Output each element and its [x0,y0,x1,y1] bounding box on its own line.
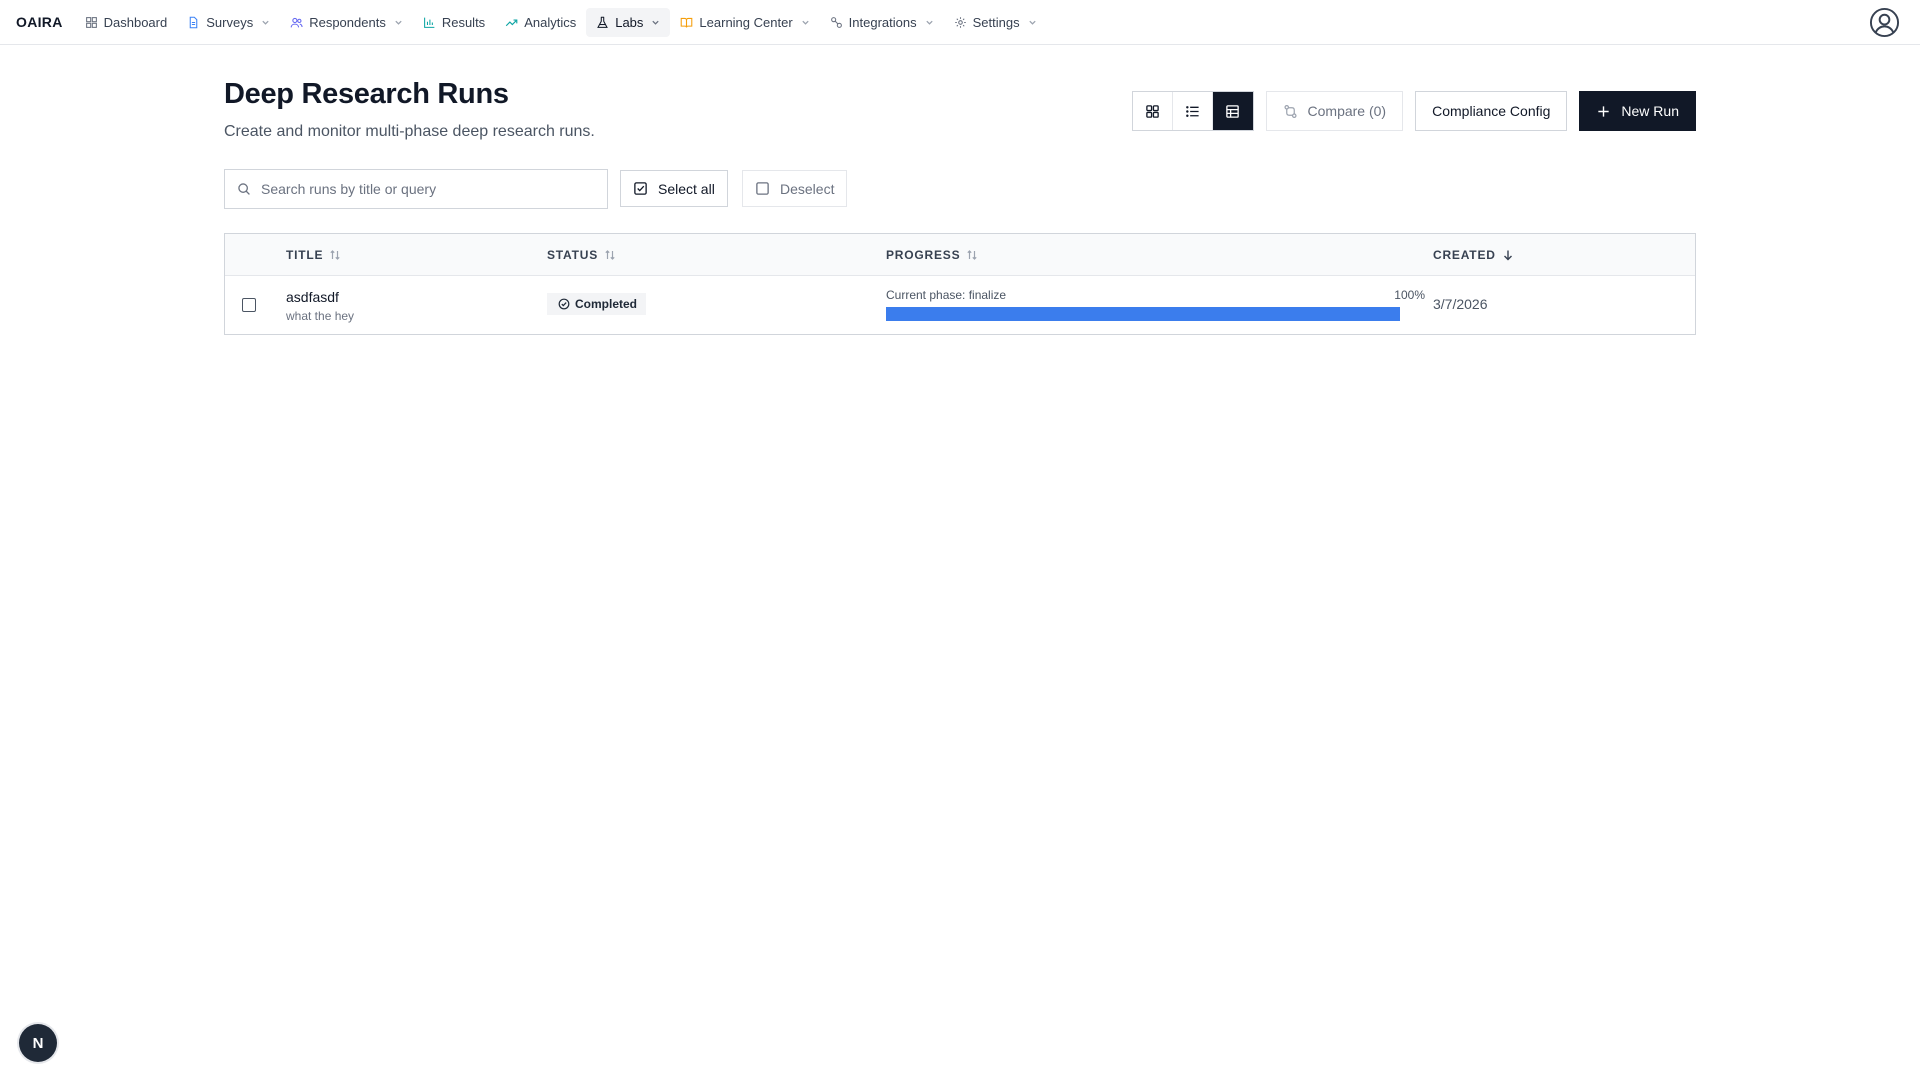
gear-icon [954,16,966,28]
check-circle-icon [558,298,570,310]
column-title-label: TITLE [286,248,324,262]
column-status[interactable]: STATUS [547,234,616,276]
checkbox-checked-icon [634,182,647,195]
nav-learning-center-label: Learning Center [699,14,793,30]
nav-surveys[interactable]: Surveys [177,8,280,37]
nav-labs-label: Labs [615,14,644,30]
select-all-button[interactable]: Select all [620,170,728,207]
chevron-down-icon [802,20,809,25]
compliance-config-button[interactable]: Compliance Config [1415,91,1568,131]
list-view-icon [1185,105,1199,117]
table-row[interactable]: asdfasdf what the hey Completed Current … [225,276,1695,334]
chevron-down-icon [1028,20,1036,25]
nav-settings-label: Settings [972,14,1020,30]
grid-view-icon [1145,104,1159,118]
compare-button[interactable]: Compare (0) [1265,91,1404,131]
link-icon [830,16,842,28]
column-status-label: STATUS [547,248,599,262]
nav-analytics-label: Analytics [524,14,577,30]
table-view-button[interactable] [1212,92,1253,130]
new-run-button[interactable]: New Run [1579,91,1696,131]
top-nav: OAIRA Dashboard Surveys Respondents Resu… [0,0,1920,45]
nav-respondents[interactable]: Respondents [280,8,413,37]
deselect-button[interactable]: Deselect [742,170,848,207]
dashboard-icon [85,16,97,28]
bar-chart-icon [423,17,435,28]
dev-tools-button[interactable]: N [19,1024,57,1062]
search-input[interactable] [261,181,581,197]
nav-results[interactable]: Results [413,8,495,37]
page-title: Deep Research Runs [224,78,509,110]
book-icon [681,17,693,27]
deselect-label: Deselect [780,180,835,197]
search-box [224,169,608,209]
column-progress[interactable]: PROGRESS [886,234,978,276]
nav-integrations-label: Integrations [848,14,917,30]
nav-dashboard-label: Dashboard [103,14,168,30]
list-view-button[interactable] [1172,92,1213,130]
column-created[interactable]: CREATED [1433,234,1514,276]
sort-icon [605,250,615,260]
table-header: TITLE STATUS PROGRESS CREATED [225,234,1695,276]
nav-labs[interactable]: Labs [586,7,671,37]
flask-icon [597,16,609,28]
nav-dashboard[interactable]: Dashboard [75,8,178,37]
compliance-config-label: Compliance Config [1432,103,1551,119]
new-run-label: New Run [1621,103,1679,119]
chevron-down-icon [925,20,933,25]
nav-analytics[interactable]: Analytics [495,8,586,37]
trend-up-icon [506,18,518,26]
grid-view-button[interactable] [1132,92,1173,130]
run-query: what the hey [286,309,355,323]
nav-surveys-label: Surveys [206,14,254,30]
page-subtitle: Create and monitor multi-phase deep rese… [224,123,595,140]
column-title[interactable]: TITLE [286,234,341,276]
chevron-down-icon [262,20,269,25]
arrow-down-icon [1503,250,1512,261]
table-view-icon [1226,104,1239,118]
column-created-label: CREATED [1433,248,1496,262]
status-badge: Completed [547,293,647,315]
nav-learning-center[interactable]: Learning Center [670,8,819,37]
sort-icon [330,250,340,260]
current-phase: Current phase: finalize [886,288,1007,302]
chevron-down-icon [395,20,402,25]
nav-respondents-label: Respondents [309,14,386,30]
view-toggle-group [1131,91,1254,131]
header-toolbar: Compare (0) Compliance Config New Run [1131,91,1696,131]
created-date: 3/7/2026 [1433,296,1488,312]
plus-icon [1598,105,1610,117]
document-icon [189,16,198,28]
nav-settings[interactable]: Settings [944,8,1047,37]
users-icon [290,17,303,27]
status-badge-label: Completed [575,297,638,311]
search-icon [238,183,250,195]
column-progress-label: PROGRESS [886,248,961,262]
compare-icon [1283,104,1297,118]
runs-table: TITLE STATUS PROGRESS CREATED asdfasdf w… [224,233,1696,335]
nav-integrations[interactable]: Integrations [820,8,944,37]
row-checkbox[interactable] [242,298,256,312]
user-avatar-icon[interactable] [1869,7,1900,38]
sort-icon [967,250,978,260]
nav-results-label: Results [441,14,486,30]
select-all-label: Select all [658,180,715,197]
progress-percent: 100% [1394,288,1425,302]
checkbox-empty-icon [756,182,769,195]
progress-bar [886,307,1400,321]
app-logo[interactable]: OAIRA [16,14,63,30]
run-title[interactable]: asdfasdf [286,289,339,305]
progress-bar-fill [886,307,1400,321]
chevron-down-icon [652,20,660,25]
compare-button-label: Compare (0) [1307,103,1387,119]
